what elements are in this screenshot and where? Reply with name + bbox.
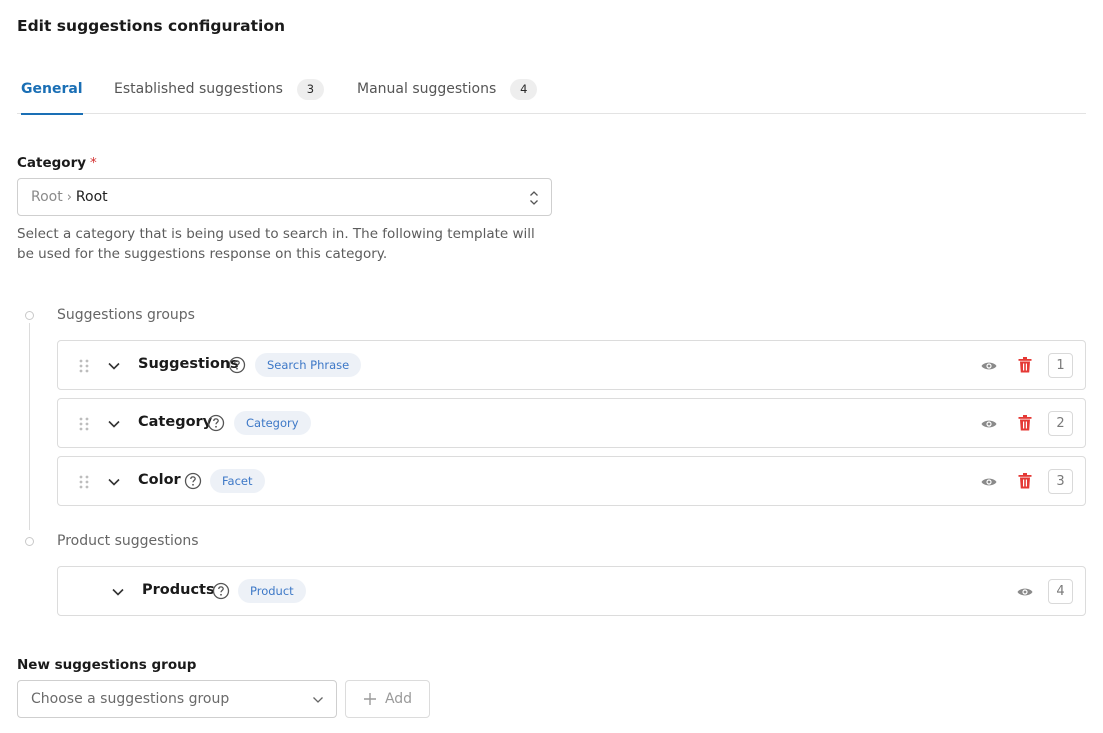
position-number: 4	[1048, 579, 1073, 604]
trash-icon[interactable]	[1017, 472, 1033, 490]
drag-handle-icon[interactable]	[78, 416, 90, 432]
trash-icon[interactable]	[1017, 356, 1033, 374]
chevron-down-icon[interactable]	[107, 417, 121, 431]
help-icon[interactable]	[228, 356, 246, 374]
eye-icon[interactable]	[1016, 583, 1034, 601]
chevron-down-icon[interactable]	[107, 359, 121, 373]
help-icon[interactable]	[207, 414, 225, 432]
tab-manual-suggestions[interactable]: Manual suggestions 4	[357, 64, 538, 114]
type-tag: Category	[234, 411, 311, 435]
position-number: 3	[1048, 469, 1073, 494]
timeline-line	[29, 323, 30, 530]
group-select-placeholder: Choose a suggestions group	[31, 691, 230, 707]
suggestions-group-select[interactable]: Choose a suggestions group	[17, 680, 337, 718]
tab-general-label: General	[21, 81, 83, 97]
add-button[interactable]: Add	[345, 680, 430, 718]
chevron-down-icon[interactable]	[107, 475, 121, 489]
suggestion-group-row: Category Category 2	[57, 398, 1086, 448]
new-group-label: New suggestions group	[17, 657, 197, 673]
chevron-down-icon	[313, 697, 323, 703]
chevron-down-icon[interactable]	[111, 585, 125, 599]
category-label: Category *	[17, 155, 97, 171]
eye-icon[interactable]	[980, 357, 998, 375]
help-icon[interactable]	[212, 582, 230, 600]
suggestion-group-row: Color Facet 3	[57, 456, 1086, 506]
timeline-dot	[25, 537, 34, 546]
suggestion-group-row: Suggestions Search Phrase 1	[57, 340, 1086, 390]
tab-established-suggestions[interactable]: Established suggestions 3	[114, 64, 324, 114]
type-tag: Product	[238, 579, 306, 603]
required-marker: *	[90, 155, 97, 171]
tab-established-suggestions-label: Established suggestions	[114, 81, 283, 97]
drag-handle-icon[interactable]	[78, 358, 90, 374]
add-button-label: Add	[384, 691, 413, 707]
group-name: Suggestions	[138, 356, 239, 372]
tab-general[interactable]: General	[21, 64, 83, 115]
select-arrows-icon	[530, 191, 538, 205]
established-count-badge: 3	[296, 78, 324, 100]
group-name: Category	[138, 414, 213, 430]
type-tag: Facet	[210, 469, 265, 493]
category-path-root: Root	[31, 189, 63, 205]
manual-count-badge: 4	[510, 78, 538, 100]
product-group-row: Products Product 4	[57, 566, 1086, 616]
group-name: Color	[138, 472, 181, 488]
suggestions-groups-label: Suggestions groups	[57, 307, 195, 323]
drag-handle-icon[interactable]	[78, 474, 90, 490]
eye-icon[interactable]	[980, 415, 998, 433]
type-tag: Search Phrase	[255, 353, 362, 377]
group-name: Products	[142, 582, 215, 598]
plus-icon	[363, 693, 376, 705]
category-value: Root	[75, 189, 108, 205]
help-icon[interactable]	[184, 472, 202, 490]
timeline-dot	[25, 311, 34, 320]
tab-bar: General Established suggestions 3 Manual…	[17, 64, 1086, 115]
category-help-text: Select a category that is being used to …	[17, 226, 535, 262]
category-label-text: Category	[17, 155, 87, 171]
breadcrumb-separator: ›	[66, 189, 72, 205]
tab-manual-suggestions-label: Manual suggestions	[357, 81, 497, 97]
eye-icon[interactable]	[980, 473, 998, 491]
position-number: 1	[1048, 353, 1073, 378]
trash-icon[interactable]	[1017, 414, 1033, 432]
category-select[interactable]: Root › Root	[17, 178, 552, 216]
product-suggestions-label: Product suggestions	[57, 533, 199, 549]
page-title: Edit suggestions configuration	[17, 17, 286, 35]
position-number: 2	[1048, 411, 1073, 436]
